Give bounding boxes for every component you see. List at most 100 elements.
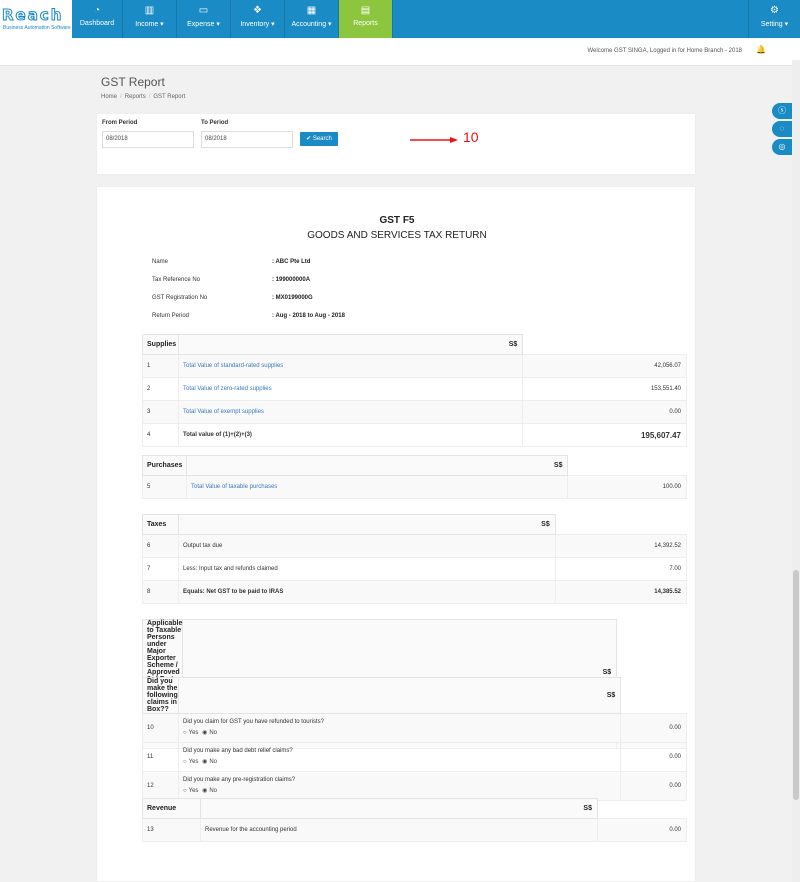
row-link[interactable]: Total Value of taxable purchases (185, 475, 569, 499)
table-row: 10 Did you claim for GST you have refunde… (142, 713, 687, 743)
radio-yes-icon[interactable]: ○ (183, 730, 187, 736)
nav-income[interactable]: ▥ Income ▾ (123, 0, 177, 38)
table-row: 2 Total Value of zero-rated supplies 153,5… (142, 377, 687, 401)
radio-yes-icon[interactable]: ○ (183, 759, 187, 765)
nav-income-label: Income ▾ (135, 21, 164, 28)
breadcrumb-current: GST Report (153, 94, 186, 100)
radio-no-icon[interactable]: ◉ (202, 788, 207, 794)
radio-yes-icon[interactable]: ○ (183, 788, 187, 794)
bell-icon[interactable]: 🔔 (756, 45, 766, 54)
taxes-heading: Taxes (142, 514, 179, 535)
revenue-section: Revenue S$ 13 Revenue for the accounting p… (142, 798, 688, 842)
claims-section: Did you make the following claims in Box… (142, 677, 687, 801)
row-number: 2 (142, 377, 179, 401)
row-number: 8 (142, 580, 179, 604)
row-amount: 100.00 (567, 475, 687, 499)
nav-dashboard[interactable]: ◔ Dashboard (72, 0, 123, 38)
nav-inventory[interactable]: ❖ Inventory ▾ (231, 0, 285, 38)
from-period-input[interactable]: 08/2018 (102, 131, 194, 148)
top-navbar: Reach Business Automation Software ◔ Das… (0, 0, 800, 38)
row-label: Less: Input tax and refunds claimed (178, 557, 556, 581)
brand-logo[interactable]: Reach Business Automation Software (0, 0, 72, 38)
table-row: 12 Did you make any pre-registration clai… (142, 771, 687, 801)
to-period-input[interactable]: 08/2018 (201, 131, 293, 148)
question-text: Did you make any pre-registration claims… (183, 777, 296, 783)
bar-chart-icon: ▥ (144, 5, 155, 16)
row-number: 4 (142, 423, 179, 447)
purchases-heading: Purchases (142, 455, 187, 476)
to-period-label: To Period (201, 120, 229, 126)
radio-no-label: No (209, 759, 218, 765)
search-button[interactable]: ✔ Search (300, 132, 338, 146)
nav-reports[interactable]: ▤ Reports (339, 0, 393, 38)
row-question: Did you claim for GST you have refunded … (177, 713, 622, 743)
radio-no-icon[interactable]: ◉ (202, 730, 207, 736)
report-icon: ▤ (360, 5, 371, 16)
chat-icon: ◌ (779, 124, 785, 133)
revenue-heading: Revenue (142, 798, 201, 819)
meta-label-gst-reg: GST Registration No (152, 295, 208, 301)
row-number: 13 (142, 818, 201, 842)
from-period-label: From Period (102, 120, 138, 126)
meta-value-tax-ref: : 199000000A (272, 277, 311, 283)
radio-yes-label: Yes (188, 788, 199, 794)
row-link[interactable]: Total Value of zero-rated supplies (177, 377, 524, 401)
page-scrollbar[interactable] (792, 60, 800, 882)
meta-label-return-period: Return Period (152, 313, 190, 319)
side-help-button[interactable]: ◎ (772, 139, 792, 155)
nav-dashboard-label: Dashboard (79, 20, 115, 27)
nav-expense[interactable]: ▭ Expense ▾ (177, 0, 231, 38)
side-skype-button[interactable]: ⓢ (772, 103, 792, 119)
row-link[interactable]: Total Value of exempt supplies (177, 400, 524, 424)
report-subtitle: GOODS AND SERVICES TAX RETURN (307, 230, 487, 241)
meta-label-tax-ref: Tax Reference No (152, 277, 201, 283)
scrollbar-thumb[interactable] (793, 570, 799, 800)
row-link[interactable]: Total Value of standard-rated supplies (177, 354, 524, 378)
row-amount: 0.00 (522, 400, 687, 424)
meta-label-name: Name (152, 259, 169, 265)
table-row: 5 Total Value of taxable purchases 100.00 (142, 475, 687, 499)
table-row: 11 Did you make any bad debt relief claim… (142, 742, 687, 772)
cubes-icon: ❖ (253, 5, 262, 16)
welcome-bar: Welcome GST SINGA, Logged in for Home Br… (0, 38, 800, 66)
nav-setting[interactable]: ⚙ Setting ▾ (748, 0, 800, 38)
row-question: Did you make any pre-registration claims… (177, 771, 622, 801)
row-number: 10 (142, 713, 179, 743)
welcome-text: Welcome GST SINGA, Logged in for Home Br… (587, 48, 742, 54)
breadcrumb-separator: / (120, 94, 122, 100)
nav-accounting[interactable]: ▦ Accounting ▾ (285, 0, 339, 38)
breadcrumb-reports[interactable]: Reports (125, 94, 146, 100)
row-amount: 0.00 (620, 742, 687, 772)
supplies-section: Supplies S$ 1 Total Value of standard-rate… (142, 334, 687, 447)
yes-no-radio-group: ○ Yes ◉ No (183, 729, 620, 738)
currency-header: S$ (177, 677, 622, 714)
radio-no-icon[interactable]: ◉ (202, 759, 207, 765)
purchases-section: Purchases S$ 5 Total Value of taxable purc… (142, 455, 687, 499)
table-row: 4 Total value of (1)+(2)+(3) 195,607.47 (142, 423, 687, 447)
row-amount: 7.00 (554, 557, 688, 581)
help-icon: ◎ (778, 142, 786, 151)
nav-reports-label: Reports (353, 20, 378, 27)
row-label: Total value of (1)+(2)+(3) (177, 423, 524, 447)
radio-no-label: No (209, 788, 218, 794)
row-label: Output tax due (178, 534, 556, 558)
row-number: 12 (142, 771, 179, 801)
breadcrumb: Home / Reports / GST Report (101, 94, 185, 100)
side-chat-button[interactable]: ◌ (772, 121, 792, 137)
meta-value-gst-reg: : MX0199000G (272, 295, 313, 301)
meta-value-return-period: : Aug - 2018 to Aug - 2018 (272, 313, 345, 319)
supplies-heading: Supplies (142, 334, 179, 355)
row-number: 7 (142, 557, 179, 581)
nav-accounting-label: Accounting ▾ (291, 21, 332, 28)
radio-yes-label: Yes (188, 730, 199, 736)
currency-header: S$ (200, 798, 598, 819)
annotation-number: 10 (463, 129, 479, 145)
row-number: 3 (142, 400, 179, 424)
dashboard-icon: ◔ (93, 5, 101, 16)
row-amount: 0.00 (620, 713, 687, 743)
table-row: 1 Total Value of standard-rated supplies 4… (142, 354, 687, 378)
breadcrumb-home[interactable]: Home (101, 94, 117, 100)
table-row: 6 Output tax due 14,392.52 (142, 534, 688, 558)
row-amount: 0.00 (596, 818, 688, 842)
